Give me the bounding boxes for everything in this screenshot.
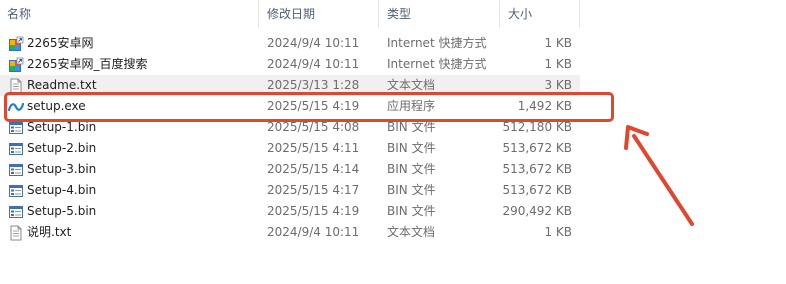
file-row[interactable]: 2265安卓网 2024/9/4 10:11 Internet 快捷方式 1 KB <box>0 33 580 54</box>
file-name: 说明.txt <box>27 225 72 239</box>
file-size: 1 KB <box>544 36 572 50</box>
file-type: Internet 快捷方式 <box>387 36 487 50</box>
setup-exe-icon <box>7 99 25 115</box>
file-date: 2025/5/15 4:19 <box>267 99 360 113</box>
bin-file-icon <box>8 162 24 178</box>
file-name: Setup-5.bin <box>27 204 97 218</box>
file-date: 2024/9/4 10:11 <box>267 225 360 239</box>
internet-shortcut-icon <box>8 57 24 73</box>
bin-file-icon <box>8 183 24 199</box>
file-size: 513,672 KB <box>502 162 572 176</box>
file-name: 2265安卓网 <box>27 36 94 50</box>
file-type: BIN 文件 <box>387 120 436 134</box>
file-name: Setup-3.bin <box>27 162 97 176</box>
column-divider[interactable] <box>499 0 500 28</box>
sort-caret-icon: ⌃ <box>126 0 134 7</box>
file-name: Readme.txt <box>27 78 97 92</box>
file-type: BIN 文件 <box>387 183 436 197</box>
file-size: 513,672 KB <box>502 141 572 155</box>
bin-file-icon <box>8 204 24 220</box>
file-date: 2025/5/15 4:08 <box>267 120 360 134</box>
file-size: 3 KB <box>544 78 572 92</box>
file-date: 2025/5/15 4:11 <box>267 141 360 155</box>
file-size: 1,492 KB <box>517 99 572 113</box>
file-type: 文本文档 <box>387 225 436 239</box>
file-row[interactable]: Setup-2.bin 2025/5/15 4:11 BIN 文件 513,672 K… <box>0 138 580 159</box>
internet-shortcut-icon <box>8 36 24 52</box>
text-file-icon <box>8 78 24 94</box>
column-divider[interactable] <box>378 0 379 28</box>
file-size: 1 KB <box>544 225 572 239</box>
column-divider[interactable] <box>258 0 259 28</box>
bin-file-icon <box>8 120 24 136</box>
file-explorer: ⌃ 名称 修改日期 类型 大小 2265安卓网 2024/9/4 10:11 Int… <box>0 0 786 284</box>
file-row[interactable]: Setup-3.bin 2025/5/15 4:14 BIN 文件 513,672 K… <box>0 159 580 180</box>
file-size: 512,180 KB <box>502 120 572 134</box>
file-row[interactable]: Readme.txt 2025/3/13 1:28 文本文档 3 KB <box>0 75 580 96</box>
file-type: Internet 快捷方式 <box>387 57 487 71</box>
file-size: 513,672 KB <box>502 183 572 197</box>
file-date: 2025/5/15 4:14 <box>267 162 360 176</box>
file-type: 应用程序 <box>387 99 436 113</box>
file-type: BIN 文件 <box>387 204 436 218</box>
file-type: BIN 文件 <box>387 141 436 155</box>
column-header-bar: ⌃ 名称 修改日期 类型 大小 <box>0 0 580 28</box>
file-row[interactable]: setup.exe 2025/5/15 4:19 应用程序 1,492 KB <box>0 96 580 117</box>
file-row[interactable]: Setup-1.bin 2025/5/15 4:08 BIN 文件 512,180 K… <box>0 117 580 138</box>
file-row[interactable]: 说明.txt 2024/9/4 10:11 文本文档 1 KB <box>0 222 580 243</box>
file-type: BIN 文件 <box>387 162 436 176</box>
file-date: 2025/5/15 4:17 <box>267 183 360 197</box>
file-row[interactable]: 2265安卓网_百度搜索 2024/9/4 10:11 Internet 快捷方式 1… <box>0 54 580 75</box>
text-file-icon <box>8 225 24 241</box>
file-type: 文本文档 <box>387 78 436 92</box>
column-divider[interactable] <box>579 0 580 28</box>
file-name: Setup-1.bin <box>27 120 97 134</box>
file-name: Setup-2.bin <box>27 141 97 155</box>
column-header-size[interactable]: 大小 <box>508 0 532 28</box>
column-header-type[interactable]: 类型 <box>387 0 411 28</box>
file-name: Setup-4.bin <box>27 183 97 197</box>
file-size: 290,492 KB <box>502 204 572 218</box>
file-name: setup.exe <box>27 99 86 113</box>
column-header-date[interactable]: 修改日期 <box>267 0 315 28</box>
file-date: 2024/9/4 10:11 <box>267 36 360 50</box>
file-row[interactable]: Setup-5.bin 2025/5/15 4:19 BIN 文件 290,492 K… <box>0 201 580 222</box>
bin-file-icon <box>8 141 24 157</box>
column-header-name[interactable]: 名称 <box>7 0 31 28</box>
file-date: 2025/3/13 1:28 <box>267 78 360 92</box>
file-size: 1 KB <box>544 57 572 71</box>
file-row[interactable]: Setup-4.bin 2025/5/15 4:17 BIN 文件 513,672 K… <box>0 180 580 201</box>
file-date: 2024/9/4 10:11 <box>267 57 360 71</box>
file-date: 2025/5/15 4:19 <box>267 204 360 218</box>
file-name: 2265安卓网_百度搜索 <box>27 57 148 71</box>
